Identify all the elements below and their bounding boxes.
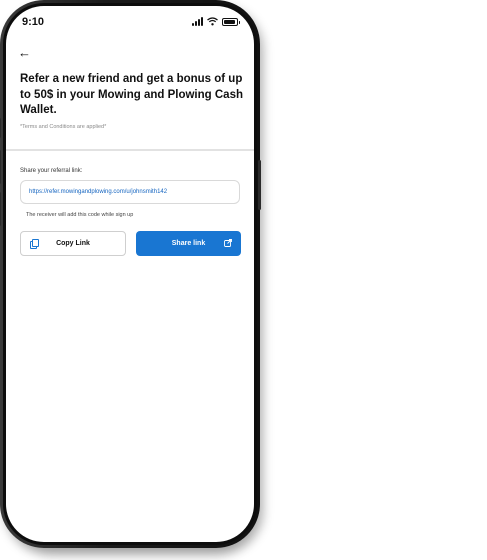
copy-icon bbox=[30, 239, 39, 249]
status-bar: 9:10 bbox=[6, 6, 254, 40]
referral-helper-text: The receiver will add this code while si… bbox=[26, 212, 134, 218]
power-button bbox=[258, 160, 261, 210]
back-arrow-icon: ← bbox=[18, 44, 31, 60]
back-button[interactable]: ← bbox=[18, 44, 38, 60]
share-link-button[interactable]: Share link bbox=[136, 231, 241, 256]
status-icons bbox=[192, 17, 240, 26]
page-headline: Refer a new friend and get a bonus of up… bbox=[20, 73, 243, 116]
volume-down-button bbox=[0, 192, 1, 226]
cellular-signal-icon bbox=[192, 17, 203, 26]
volume-up-button bbox=[0, 150, 1, 184]
referral-link-field[interactable]: https://refer.mowingandplowing.com/u/joh… bbox=[20, 180, 240, 204]
section-divider bbox=[6, 149, 254, 151]
referral-label: Share your referral link: bbox=[20, 168, 83, 174]
referral-link-text: https://refer.mowingandplowing.com/u/joh… bbox=[29, 189, 168, 195]
phone-screen: 9:10 ← Refer a new friend and get a bonu… bbox=[6, 6, 254, 542]
copy-link-button[interactable]: Copy Link bbox=[20, 231, 126, 256]
battery-icon bbox=[222, 18, 240, 26]
share-external-icon bbox=[224, 239, 232, 247]
phone-frame: 9:10 ← Refer a new friend and get a bonu… bbox=[0, 0, 261, 548]
share-link-label: Share link bbox=[171, 240, 206, 247]
terms-note: *Terms and Conditions are applied* bbox=[20, 124, 107, 130]
status-time: 9:10 bbox=[22, 16, 45, 28]
wifi-icon bbox=[207, 17, 218, 26]
mute-switch bbox=[0, 118, 1, 138]
copy-link-label: Copy Link bbox=[56, 240, 90, 247]
